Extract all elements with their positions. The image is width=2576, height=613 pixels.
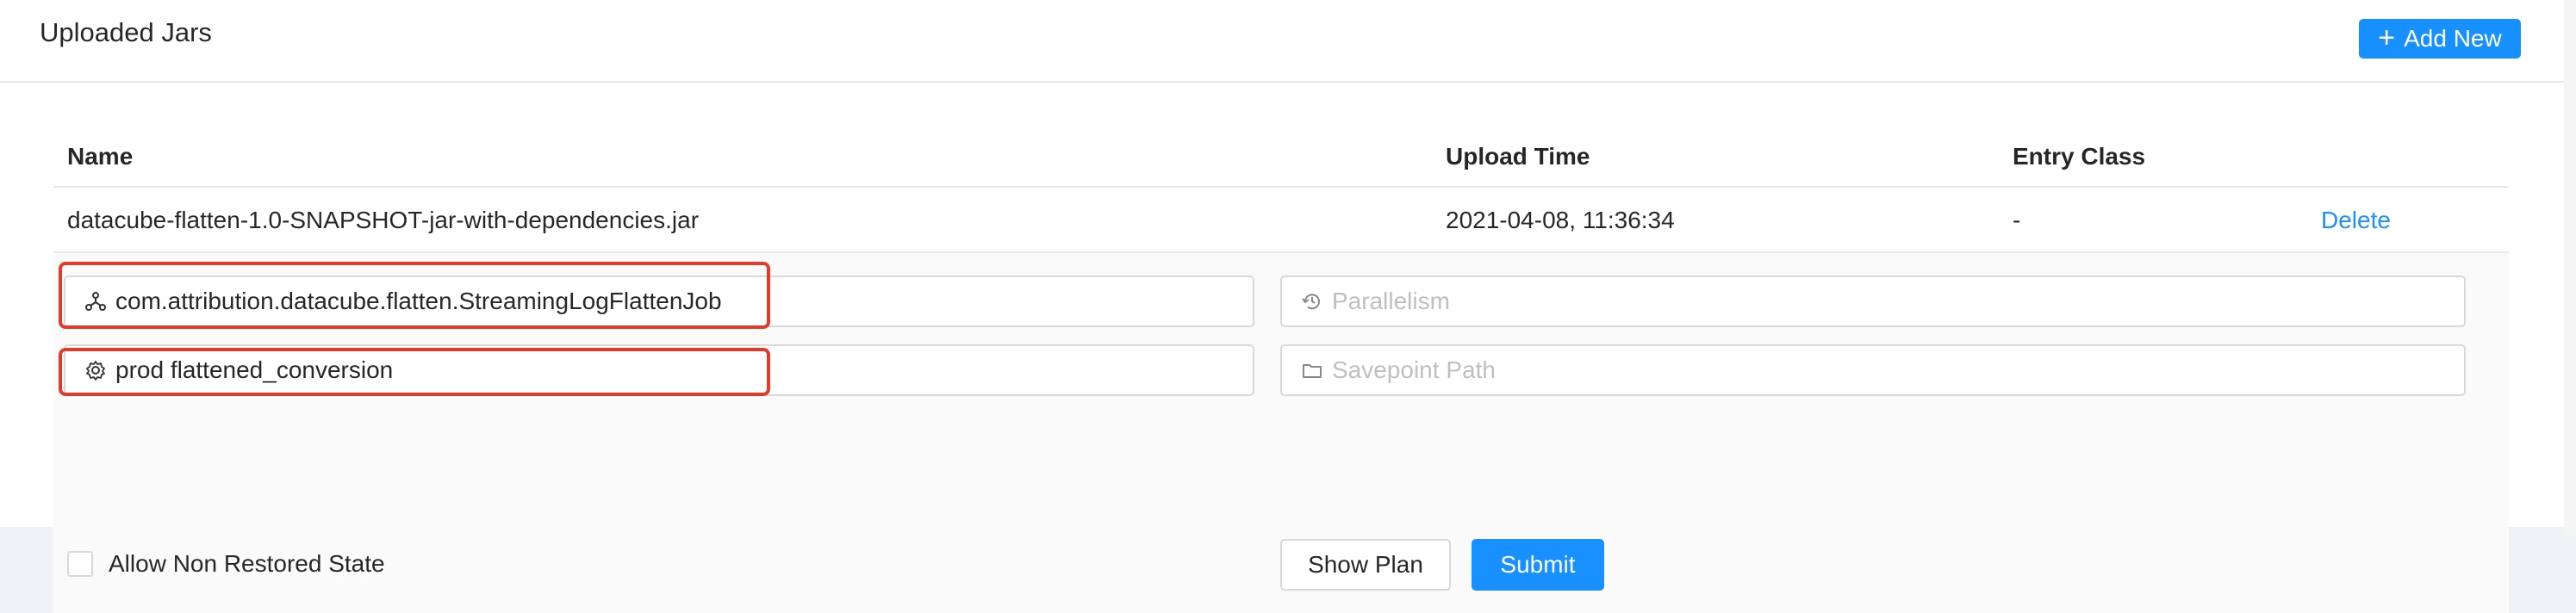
parallelism-input[interactable]: Parallelism bbox=[1280, 276, 2466, 327]
entry-class-value: com.attribution.datacube.flatten.Streami… bbox=[115, 288, 722, 314]
show-plan-button[interactable]: Show Plan bbox=[1280, 539, 1451, 591]
uploaded-jars-card: Uploaded Jars + Add New Name Upload Time… bbox=[0, 0, 2564, 613]
cluster-icon bbox=[85, 292, 106, 311]
entry-class-cell: - bbox=[2013, 207, 2021, 233]
parallelism-placeholder: Parallelism bbox=[1332, 288, 1450, 314]
refresh-icon bbox=[1302, 294, 1320, 310]
table-row[interactable]: datacube-flatten-1.0-SNAPSHOT-jar-with-d… bbox=[53, 188, 2509, 253]
program-args-value: prod flattened_conversion bbox=[115, 356, 394, 383]
page-title: Uploaded Jars bbox=[40, 17, 212, 47]
savepoint-placeholder: Savepoint Path bbox=[1332, 356, 1496, 383]
column-header-name: Name bbox=[67, 143, 134, 170]
add-new-label: Add New bbox=[2404, 25, 2502, 52]
allow-non-restored-checkbox[interactable] bbox=[67, 551, 93, 577]
allow-non-restored-label[interactable]: Allow Non Restored State bbox=[109, 550, 385, 578]
table-header: Name Upload Time Entry Class bbox=[53, 124, 2509, 188]
folder-icon bbox=[1303, 364, 1322, 378]
savepoint-path-input[interactable]: Savepoint Path bbox=[1280, 344, 2466, 396]
column-header-entry-class: Entry Class bbox=[2013, 143, 2146, 170]
submit-button[interactable]: Submit bbox=[1472, 539, 1604, 591]
entry-class-input[interactable]: com.attribution.datacube.flatten.Streami… bbox=[64, 276, 1254, 327]
program-args-input[interactable]: prod flattened_conversion bbox=[64, 344, 1254, 396]
delete-link[interactable]: Delete bbox=[2321, 207, 2391, 234]
scrollbar-track[interactable] bbox=[2564, 0, 2576, 536]
submit-job-form: com.attribution.datacube.flatten.Streami… bbox=[53, 253, 2509, 613]
column-header-upload-time: Upload Time bbox=[1446, 143, 1590, 170]
plus-icon: + bbox=[2378, 21, 2396, 54]
gear-icon bbox=[86, 361, 105, 381]
jar-name-cell: datacube-flatten-1.0-SNAPSHOT-jar-with-d… bbox=[67, 207, 700, 233]
card-header: Uploaded Jars + Add New bbox=[0, 0, 2564, 83]
upload-time-cell: 2021-04-08, 11:36:34 bbox=[1446, 207, 1675, 233]
add-new-button[interactable]: + Add New bbox=[2359, 19, 2521, 59]
